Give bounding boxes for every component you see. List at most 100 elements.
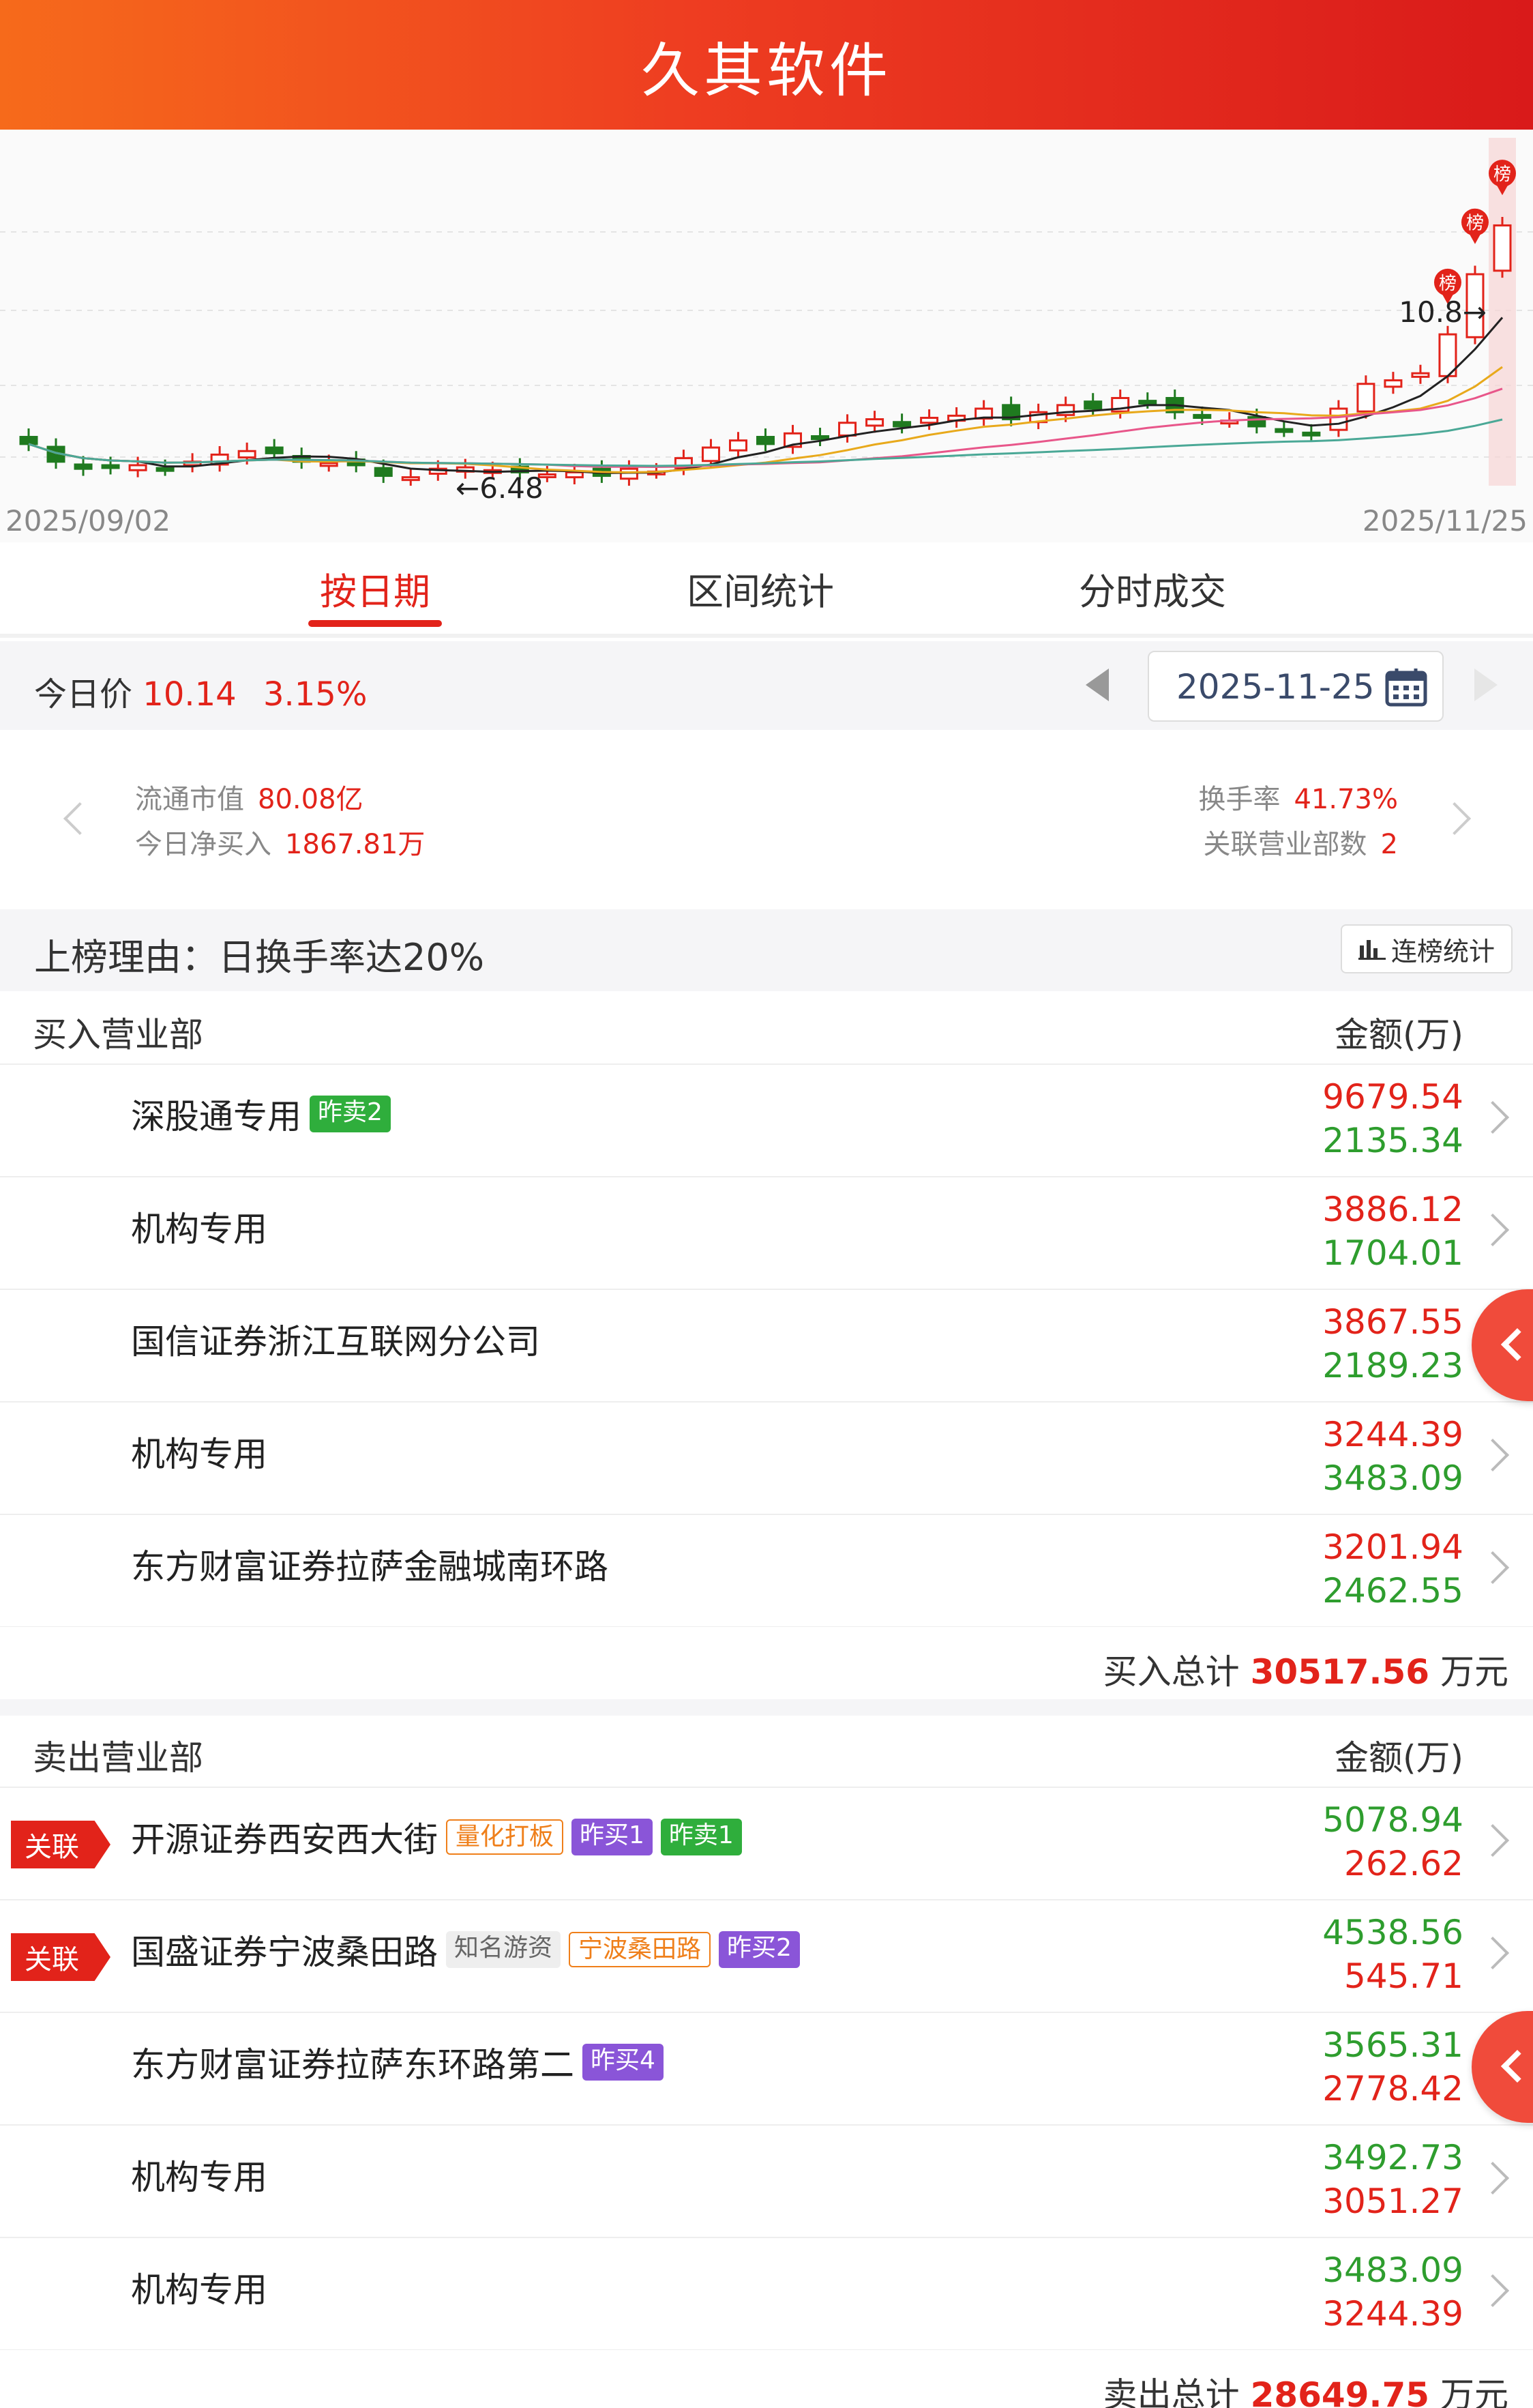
sell-row[interactable]: 东方财富证券拉萨东环路第二 昨买4 3565.31 2778.42 [0,2013,1533,2126]
listing-reason: 上榜理由：日换手率达20% [34,936,485,979]
branch-name-text: 深股通专用 [131,1097,301,1136]
amount-primary: 3244.39 [1322,1415,1463,1454]
bar-chart-icon [1358,940,1386,960]
branch-name: 机构专用 [131,1427,267,1476]
chevron-right-icon [1476,1936,1510,1970]
candle-body [1493,224,1512,272]
sell-row[interactable]: 机构专用 3483.09 3244.39 [0,2238,1533,2351]
branch-tag: 昨卖1 [660,1819,742,1855]
chevron-right-icon [1476,2274,1510,2308]
branch-name-text: 国信证券浙江互联网分公司 [131,1322,540,1362]
sell-amount-header: 金额(万) [1334,1738,1463,1778]
kline-chart[interactable]: 榜榜榜 2025/09/02 2025/11/25 ←6.48 10.8→ [0,130,1533,542]
float-cap-value: 80.08亿 [258,784,363,815]
buy-row[interactable]: 机构专用 3886.12 1704.01 [0,1177,1533,1290]
prev-date-arrow-icon[interactable] [1086,669,1109,701]
turnover-label: 换手率 [1198,784,1281,815]
candle-body [319,462,338,467]
candle-body [1193,413,1212,420]
branch-name: 机构专用 [131,1202,267,1251]
buy-total-row: 买入总计 30517.56 万元 [0,1627,1533,1699]
candle-body [756,436,775,445]
branch-tag: 昨买2 [719,1931,800,1968]
candle-body [101,464,120,469]
amount-primary: 3483.09 [1322,2250,1463,2290]
branch-tag: 昨买1 [571,1819,653,1855]
candle-body [19,436,38,445]
branch-tag: 知名游资 [446,1931,561,1968]
candle-body [374,467,393,478]
sell-header-label: 卖出营业部 [33,1738,203,1778]
buy-section-header: 买入营业部 金额(万) [0,993,1533,1065]
chevron-right-icon [1476,1100,1510,1134]
amount-secondary: 2189.23 [1322,1346,1463,1385]
buy-row[interactable]: 国信证券浙江互联网分公司 3867.55 2189.23 [0,1290,1533,1403]
turnover: 换手率 41.73% [1198,777,1398,817]
amount-secondary: 545.71 [1344,1956,1463,1996]
net-buy-label: 今日净买入 [135,829,271,860]
top-header: 久其软件 [0,0,1533,130]
candle-body [728,439,747,452]
date-picker[interactable]: 2025-11-25 [1148,651,1444,722]
buy-row[interactable]: 机构专用 3244.39 3483.09 [0,1403,1533,1515]
sell-row[interactable]: 关联 开源证券西安西大街 量化打板 昨买1 昨卖1 5078.94 262.62 [0,1788,1533,1900]
candle-body [701,446,720,462]
tab-time-trades[interactable]: 分时成交 [1074,561,1231,615]
buy-total-value: 30517.56 [1250,1652,1430,1692]
candle-body [74,463,93,470]
chart-high-label: 10.8→ [1399,295,1487,329]
stats-next-icon[interactable] [1438,802,1472,836]
branch-name-text: 国盛证券宁波桑田路 [131,1933,438,1972]
candle-body [811,435,830,441]
amount-secondary: 1704.01 [1322,1233,1463,1273]
app-root: 久其软件 榜榜榜 2025/09/02 2025/11/25 ←6.48 10.8→ 按… [0,0,1533,2408]
related-badge: 关联 [11,1821,110,1868]
sell-total-value: 28649.75 [1250,2375,1430,2408]
candle-body [1356,383,1375,413]
tab-interval-stats[interactable]: 区间统计 [682,561,839,615]
candle-body [1138,400,1157,405]
amount-secondary: 3244.39 [1322,2294,1463,2334]
price-bar: 今日价 10.14 3.15% 2025-11-25 [0,641,1533,730]
sell-total-unit: 万元 [1440,2375,1508,2408]
branch-tag: 昨买4 [582,2044,664,2081]
amount-secondary: 2778.42 [1322,2069,1463,2109]
amount-primary: 3565.31 [1322,2025,1463,2065]
sell-row[interactable]: 关联 国盛证券宁波桑田路 知名游资 宁波桑田路 昨买2 4538.56 545.71 [0,1900,1533,2013]
consecutive-list-button[interactable]: 连榜统计 [1341,924,1513,973]
buy-row[interactable]: 东方财富证券拉萨金融城南环路 3201.94 2462.55 [0,1515,1533,1628]
branch-name-text: 机构专用 [131,1435,267,1474]
buy-header-label: 买入营业部 [33,1015,203,1055]
today-price: 今日价 10.14 3.15% [34,667,367,715]
chart-low-label: ←6.48 [456,471,544,505]
branch-tag: 宁波桑田路 [569,1932,711,1967]
branch-name: 机构专用 [131,2263,267,2312]
branches-label: 关联营业部数 [1203,829,1367,860]
candle-body [838,422,857,437]
branch-name-text: 开源证券西安西大街 [131,1820,438,1860]
stats-prev-icon[interactable] [63,802,97,836]
stock-title: 久其软件 [641,36,892,105]
date-value: 2025-11-25 [1176,667,1375,707]
kline-svg: 榜榜榜2025/09/02 2025/11/25←6.4810.8→ [0,138,1533,538]
branch-name-text: 机构专用 [131,2158,267,2197]
rank-marker-label: 榜 [1493,164,1511,185]
listing-reason-bar: 上榜理由：日换手率达20% 连榜统计 [0,909,1533,991]
branches: 关联营业部数 2 [1204,822,1398,862]
buy-total-label: 买入总计 [1103,1652,1240,1692]
tab-bar: 按日期 区间统计 分时成交 [0,542,1533,638]
buy-total: 买入总计 30517.56 万元 [1103,1645,1508,1694]
chevron-right-icon [1476,1823,1510,1858]
price-change: 3.15% [263,675,368,714]
amount-secondary: 2135.34 [1322,1121,1463,1160]
buy-row[interactable]: 深股通专用 昨卖2 9679.54 2135.34 [0,1065,1533,1177]
candle-body [237,450,256,459]
chart-start-date: 2025/09/02 [5,504,170,538]
tab-by-date[interactable]: 按日期 [308,561,442,615]
buy-amount-header: 金额(万) [1334,1015,1463,1055]
next-date-arrow-icon[interactable] [1474,669,1498,701]
candle-body [1384,379,1403,388]
candle-body [920,417,939,424]
price-label: 今日价 [34,675,133,714]
sell-row[interactable]: 机构专用 3492.73 3051.27 [0,2126,1533,2238]
